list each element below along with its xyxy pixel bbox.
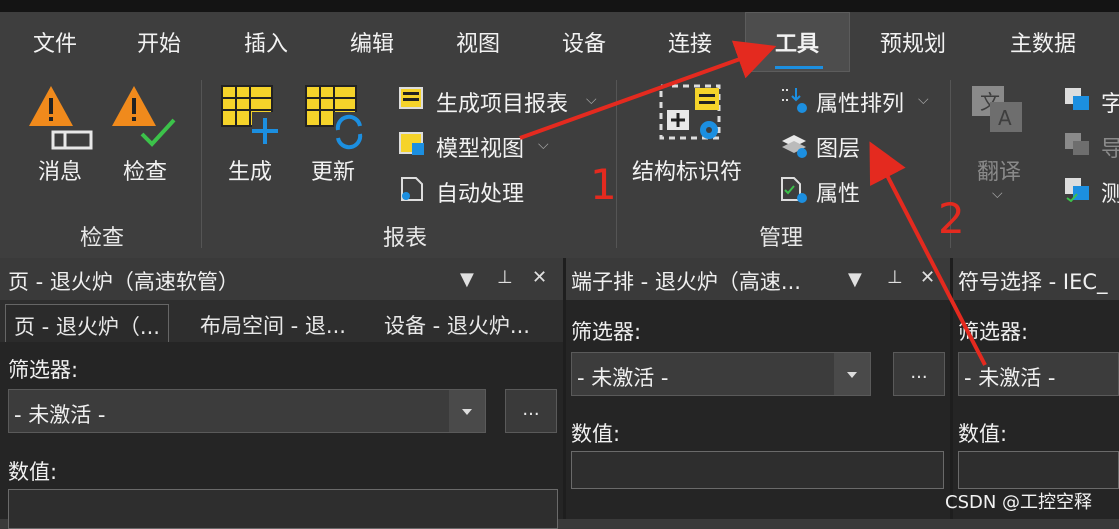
annotation-arrow-1	[519, 40, 777, 140]
annotation-number-1: 1	[590, 160, 617, 209]
annotation-arrows	[519, 40, 987, 366]
annotation-arrow-2	[869, 141, 987, 366]
annotation-number-2: 2	[938, 194, 965, 243]
watermark: CSDN @工控空释	[945, 492, 1093, 513]
